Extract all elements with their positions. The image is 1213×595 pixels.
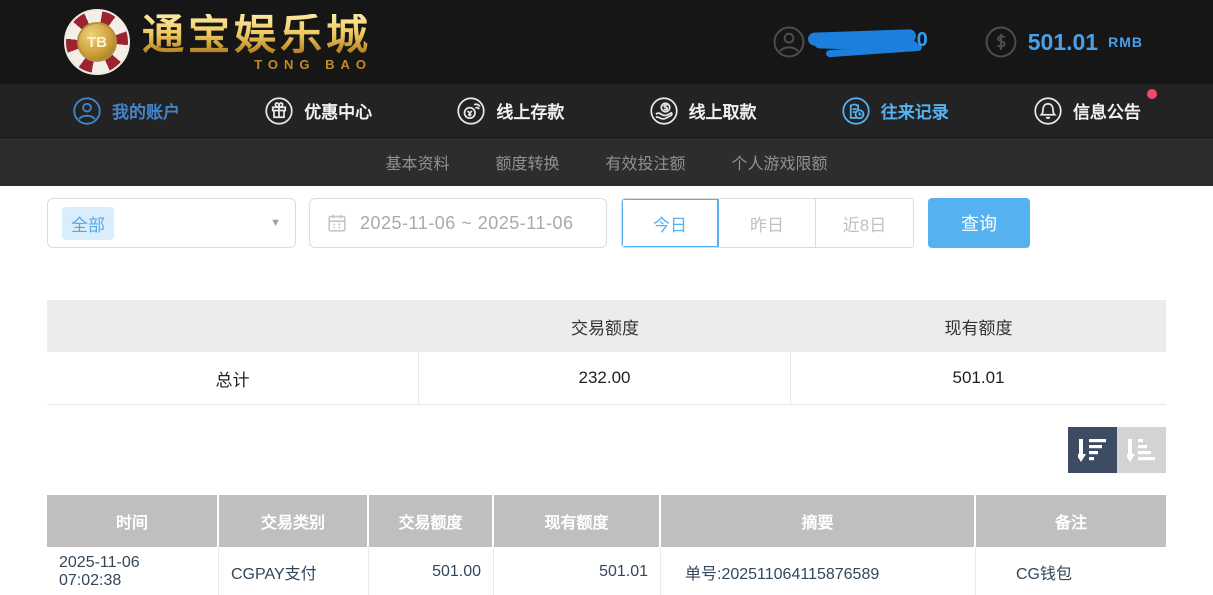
filter-bar: 全部 ▼ 2025-11-06 ~ 2025-11-06 今日 昨日 近8日 查… xyxy=(47,198,1166,248)
nav-label: 线上取款 xyxy=(689,98,757,123)
username-redaction-scribble: 0 xyxy=(808,27,926,57)
summary-table: 交易额度 现有额度 总计 232.00 501.01 xyxy=(47,300,1166,405)
sort-descending-button[interactable] xyxy=(1068,427,1117,473)
nav-label: 我的账户 xyxy=(112,98,180,123)
brand-name-latin: TONG BAO xyxy=(254,58,372,71)
col-type: 交易类别 xyxy=(219,495,369,547)
records-page: 全部 ▼ 2025-11-06 ~ 2025-11-06 今日 昨日 近8日 查… xyxy=(0,186,1213,595)
calendar-icon xyxy=(326,212,348,234)
poker-chip-icon: TB xyxy=(64,9,130,75)
deposit-coin-icon xyxy=(456,96,486,126)
search-button[interactable]: 查询 xyxy=(928,198,1030,248)
nav-withdraw[interactable]: 线上取款 xyxy=(649,96,757,126)
nav-label: 优惠中心 xyxy=(304,98,372,123)
col-time: 时间 xyxy=(47,495,219,547)
sort-ascending-icon xyxy=(1127,436,1157,464)
col-note: 备注 xyxy=(976,495,1166,547)
nav-promotions[interactable]: 优惠中心 xyxy=(264,96,372,126)
transactions-header-row: 时间 交易类别 交易额度 现有额度 摘要 备注 xyxy=(47,495,1166,547)
nav-transaction-records[interactable]: 往来记录 xyxy=(841,96,949,126)
balance-display: 501.01 RMB xyxy=(984,25,1143,59)
quick-range-today[interactable]: 今日 xyxy=(622,199,719,247)
records-clipboard-icon xyxy=(841,96,871,126)
nav-deposit[interactable]: 线上存款 xyxy=(456,96,564,126)
cell-type: CGPAY支付 xyxy=(219,547,369,595)
dollar-icon xyxy=(984,25,1018,59)
notification-dot xyxy=(1147,89,1157,99)
chip-label: TB xyxy=(77,22,117,62)
account-icon xyxy=(72,96,102,126)
cell-balance: 501.01 xyxy=(494,547,661,595)
quick-range-last8days[interactable]: 近8日 xyxy=(816,199,913,247)
nav-my-account[interactable]: 我的账户 xyxy=(72,96,180,126)
col-balance: 现有额度 xyxy=(494,495,661,547)
col-summary: 摘要 xyxy=(661,495,976,547)
subnav-basic-info[interactable]: 基本资料 xyxy=(385,150,449,174)
summary-header-balance: 现有额度 xyxy=(791,314,1166,339)
brand-logo[interactable]: TB 通宝娱乐城 TONG BAO xyxy=(64,9,372,75)
username-suffix: 0 xyxy=(917,29,928,52)
quick-range-yesterday[interactable]: 昨日 xyxy=(719,199,816,247)
withdraw-hand-icon xyxy=(649,96,679,126)
summary-header-row: 交易额度 现有额度 xyxy=(47,300,1166,352)
cell-summary: 单号:202511064115876589 xyxy=(661,547,976,595)
brand-name: 通宝娱乐城 xyxy=(142,14,372,56)
summary-total-row: 总计 232.00 501.01 xyxy=(47,352,1166,405)
balance-amount: 501.01 xyxy=(1028,29,1098,56)
subnav-valid-bets[interactable]: 有效投注额 xyxy=(606,150,686,174)
cell-amount: 501.00 xyxy=(369,547,494,595)
sort-descending-icon xyxy=(1078,436,1108,464)
nav-label: 往来记录 xyxy=(881,98,949,123)
main-nav: 我的账户 优惠中心 线上存款 线上取款 xyxy=(0,84,1213,137)
sort-controls xyxy=(47,427,1166,473)
type-dropdown-selected: 全部 xyxy=(62,207,114,240)
chevron-down-icon: ▼ xyxy=(270,217,281,229)
col-amount: 交易额度 xyxy=(369,495,494,547)
nav-label: 信息公告 xyxy=(1073,98,1141,123)
summary-total-label: 总计 xyxy=(47,352,419,404)
date-range-value: 2025-11-06 ~ 2025-11-06 xyxy=(360,213,574,234)
transactions-table: 时间 交易类别 交易额度 现有额度 摘要 备注 2025-11-06 07:02… xyxy=(47,495,1166,595)
user-account[interactable]: 0 xyxy=(772,25,926,59)
top-bar: TB 通宝娱乐城 TONG BAO 0 501.01 xyxy=(0,0,1213,84)
type-dropdown[interactable]: 全部 ▼ xyxy=(47,198,296,248)
summary-total-transaction: 232.00 xyxy=(419,352,791,404)
nav-label: 线上存款 xyxy=(496,98,564,123)
summary-header-transaction: 交易额度 xyxy=(419,314,791,339)
quick-range-group: 今日 昨日 近8日 xyxy=(621,198,914,248)
account-subnav: 基本资料 额度转换 有效投注额 个人游戏限额 xyxy=(0,137,1213,186)
cell-time: 2025-11-06 07:02:38 xyxy=(47,547,219,595)
balance-currency: RMB xyxy=(1108,34,1143,50)
subnav-game-limits[interactable]: 个人游戏限额 xyxy=(732,150,828,174)
cell-note: CG钱包 xyxy=(976,547,1166,595)
nav-announcements[interactable]: 信息公告 xyxy=(1033,96,1141,126)
sort-ascending-button[interactable] xyxy=(1117,427,1166,473)
subnav-credit-transfer[interactable]: 额度转换 xyxy=(495,150,559,174)
gift-icon xyxy=(264,96,294,126)
date-range-picker[interactable]: 2025-11-06 ~ 2025-11-06 xyxy=(309,198,607,248)
user-icon xyxy=(772,25,806,59)
bell-icon xyxy=(1033,96,1063,126)
summary-total-balance: 501.01 xyxy=(791,352,1166,404)
table-row: 2025-11-06 07:02:38 CGPAY支付 501.00 501.0… xyxy=(47,547,1166,595)
